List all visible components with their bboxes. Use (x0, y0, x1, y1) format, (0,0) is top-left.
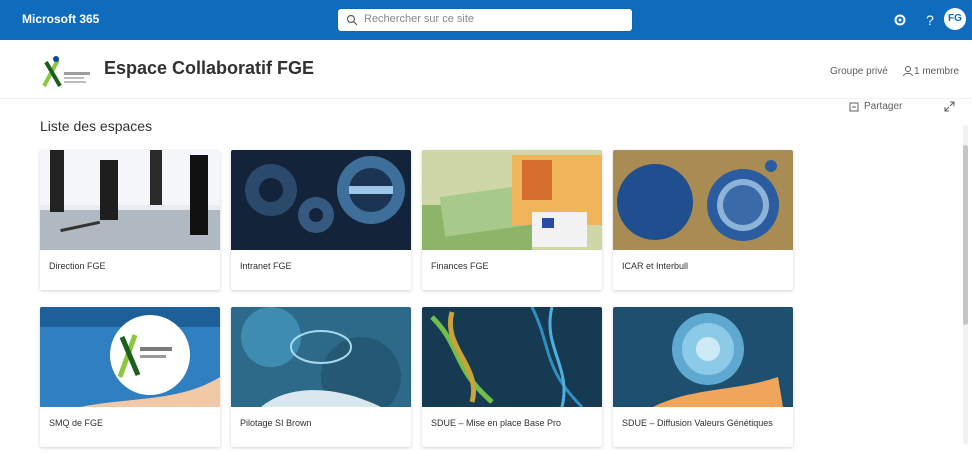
members-button[interactable]: 1 membre (914, 66, 959, 77)
card-label: SMQ de FGE (49, 418, 104, 428)
settings-icon[interactable] (890, 10, 910, 30)
search-box[interactable]: Rechercher sur ce site (338, 9, 632, 31)
card-pilotage[interactable]: Pilotage SI Brown (231, 307, 411, 447)
card-sdue-base[interactable]: SDUE – Mise en place Base Pro (422, 307, 602, 447)
expand-icon[interactable] (944, 101, 955, 112)
group-type-label: Groupe privé (830, 66, 888, 77)
card-thumbnail (231, 150, 411, 250)
avatar[interactable]: FG (944, 8, 966, 30)
site-logo[interactable] (38, 54, 94, 92)
card-thumbnail (422, 307, 602, 407)
card-thumbnail (40, 307, 220, 407)
scrollbar[interactable] (963, 125, 968, 445)
card-thumbnail (40, 150, 220, 250)
card-direction[interactable]: Direction FGE (40, 150, 220, 290)
card-label: SDUE – Diffusion Valeurs Génétiques (622, 418, 773, 428)
scrollbar-thumb[interactable] (963, 145, 968, 325)
card-thumbnail (422, 150, 602, 250)
share-icon (849, 102, 859, 112)
card-label: Direction FGE (49, 261, 106, 271)
card-sdue-diffusion[interactable]: SDUE – Diffusion Valeurs Génétiques (613, 307, 793, 447)
person-icon (903, 66, 913, 77)
card-label: SDUE – Mise en place Base Pro (431, 418, 562, 428)
search-input[interactable]: Rechercher sur ce site (364, 13, 474, 25)
card-label: ICAR et Interbull (622, 261, 689, 271)
site-title[interactable]: Espace Collaboratif FGE (104, 58, 314, 79)
card-thumbnail (231, 307, 411, 407)
share-button[interactable]: Partager (864, 101, 902, 112)
card-thumbnail (613, 150, 793, 250)
suite-bar: Microsoft 365 Rechercher sur ce site ? F… (0, 0, 972, 40)
card-icar[interactable]: ICAR et Interbull (613, 150, 793, 290)
card-label: Intranet FGE (240, 261, 292, 271)
card-intranet[interactable]: Intranet FGE (231, 150, 411, 290)
card-finances[interactable]: Finances FGE (422, 150, 602, 290)
section-title: Liste des espaces (40, 118, 153, 134)
card-label: Finances FGE (431, 261, 489, 271)
card-label: Pilotage SI Brown (240, 418, 312, 428)
card-thumbnail (613, 307, 793, 407)
card-smq[interactable]: SMQ de FGE (40, 307, 220, 447)
help-icon[interactable]: ? (920, 10, 940, 30)
app-title[interactable]: Microsoft 365 (22, 12, 99, 26)
search-icon (346, 14, 358, 26)
